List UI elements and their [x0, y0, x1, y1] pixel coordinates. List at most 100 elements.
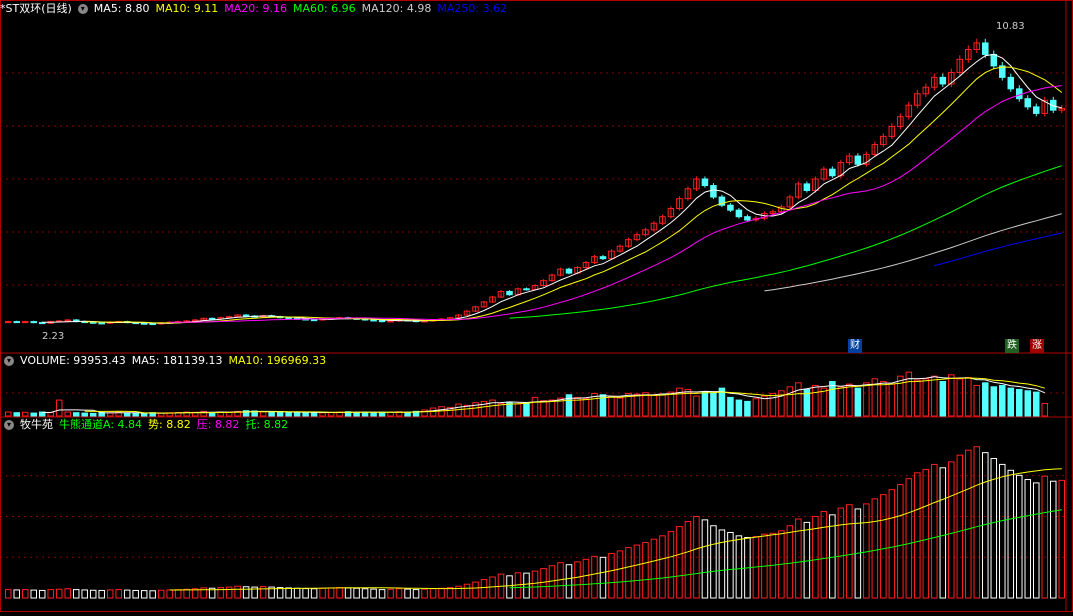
toggle-circle-icon[interactable]: ▾ — [4, 420, 14, 430]
indicator-bar — [803, 521, 811, 599]
rise-tag[interactable]: 涨 — [1030, 339, 1044, 353]
chart-stage[interactable] — [0, 0, 1073, 612]
indicator-bar — [319, 587, 326, 599]
candlestick — [4, 321, 12, 324]
volume-bar — [1033, 391, 1040, 417]
ma250-label: MA250: 3.62 — [437, 2, 508, 15]
candlestick — [1016, 88, 1023, 100]
toggle-circle-icon[interactable]: ▾ — [77, 4, 88, 14]
candlestick — [30, 321, 37, 324]
indicator-bar — [344, 587, 352, 599]
indicator-bar — [132, 589, 139, 599]
indicator-bar — [21, 589, 29, 599]
indicator-bar — [846, 504, 853, 599]
indicator-bar — [939, 467, 947, 599]
volume-bar — [89, 412, 97, 417]
indicator-bar — [973, 446, 981, 599]
volume-header: ▾ VOLUME: 93953.43 MA5: 181139.13 MA10: 196… — [0, 353, 332, 369]
indicator-bar — [446, 587, 454, 599]
volume-bar — [633, 393, 641, 417]
indicator-bar — [642, 542, 649, 599]
volume-bar — [1016, 388, 1023, 417]
trend-label: 势: 8.82 — [148, 418, 191, 431]
vol-ma10-label: MA10: 196969.33 — [228, 354, 327, 367]
indicator-bar — [820, 510, 828, 599]
indicator-bar — [336, 587, 343, 599]
volume-bar — [370, 412, 377, 417]
indicator-bar — [914, 472, 921, 599]
volume-bar — [1041, 403, 1049, 417]
indicator-bar — [1007, 469, 1015, 599]
volume-bar — [319, 412, 326, 417]
vol-ma10-line — [84, 377, 1045, 414]
indicator-bar — [786, 525, 794, 599]
volume-bar — [21, 411, 29, 417]
candlestick — [387, 320, 394, 323]
candlestick — [1024, 98, 1032, 108]
finance-tag[interactable]: 财 — [848, 339, 862, 353]
indicator-bar — [395, 588, 403, 599]
volume-bar — [259, 411, 267, 417]
volume-bar — [710, 392, 717, 417]
volume-bar — [616, 397, 624, 417]
candlestick — [13, 321, 21, 324]
indicator-bar — [633, 544, 641, 599]
indicator-bar — [157, 589, 165, 599]
indicator-bar — [922, 468, 930, 599]
volume-bar — [965, 377, 972, 417]
indicator-bar — [650, 538, 658, 599]
indicator-bar — [1033, 482, 1040, 599]
ma5-label: MA5: 8.80 — [93, 2, 150, 15]
volume-bar — [1007, 387, 1015, 417]
indicator-bar — [1058, 479, 1066, 599]
ma20-line — [169, 85, 1062, 323]
volume-bar — [880, 380, 887, 417]
volume-bar — [404, 411, 411, 417]
volume-bar — [744, 400, 751, 417]
volume-bar — [302, 412, 309, 417]
indicator-bar — [710, 525, 717, 599]
candlestick — [565, 268, 573, 274]
indicator-name: 牧牛苑 — [20, 418, 53, 431]
toggle-circle-icon[interactable]: ▾ — [4, 356, 14, 366]
candlestick — [21, 321, 29, 324]
indicator-bar — [659, 535, 666, 599]
candlestick — [727, 204, 734, 211]
indicator-bar — [412, 589, 420, 599]
volume-bar — [608, 395, 615, 417]
candlestick — [149, 323, 156, 326]
indicator-bar — [310, 588, 318, 599]
volume-bar — [523, 402, 530, 417]
indicator-bar — [47, 589, 54, 599]
volume-bar — [327, 412, 335, 417]
indicator-bar — [523, 572, 530, 599]
indicator-bar — [948, 461, 955, 599]
volume-bar — [72, 412, 80, 417]
indicator-bar — [480, 579, 488, 599]
candlestick — [982, 42, 989, 55]
kline-chart[interactable] — [0, 0, 1073, 612]
volume-bar — [939, 380, 947, 417]
indicator-bar — [302, 588, 309, 599]
candlestick — [98, 322, 105, 325]
indicator-bar — [98, 589, 105, 599]
volume-bar — [1024, 390, 1032, 417]
volume-bar — [4, 411, 12, 417]
fall-tag[interactable]: 跌 — [1005, 339, 1019, 353]
candlestick — [64, 319, 71, 322]
volume-bar — [642, 392, 649, 417]
indicator-bar — [540, 568, 547, 599]
volume-bar — [820, 387, 828, 417]
volume-bar — [990, 386, 998, 417]
indicator-bar — [438, 587, 445, 599]
volume-bar — [888, 383, 896, 417]
indicator-bar — [55, 588, 63, 599]
candlestick — [803, 183, 811, 191]
indicator-bar — [361, 588, 369, 599]
low-price-label: 2.23 — [42, 331, 65, 342]
candlestick — [378, 320, 386, 323]
indicator-bar — [582, 558, 590, 599]
candlestick — [225, 316, 233, 319]
trend-line — [169, 468, 1062, 591]
indicator-bar — [956, 454, 964, 599]
